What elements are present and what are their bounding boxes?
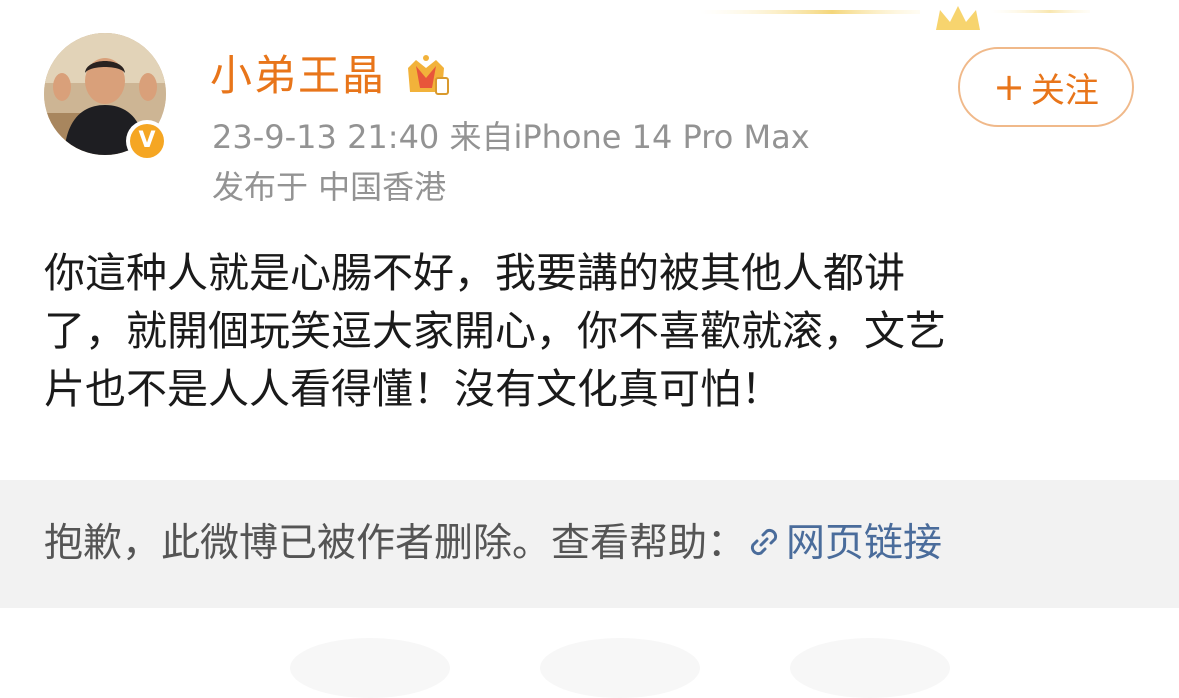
crown-vip-icon bbox=[402, 52, 450, 98]
header-decoration bbox=[640, 0, 1100, 40]
deleted-notice-text: 抱歉，此微博已被作者删除。查看帮助： bbox=[44, 521, 747, 566]
plus-icon: + bbox=[993, 65, 1025, 109]
author-name[interactable]: 小弟王晶 bbox=[210, 48, 386, 104]
post-footer-area bbox=[0, 608, 1179, 698]
post-content-line: 你這种人就是心腸不好，我要講的被其他人都讲 bbox=[44, 249, 905, 297]
follow-button[interactable]: + 关注 bbox=[958, 47, 1134, 127]
footer-shadow bbox=[540, 638, 700, 698]
post-content-line: 了，就開個玩笑逗大家開心，你不喜歡就滚，文艺 bbox=[44, 307, 946, 355]
verified-v-icon: V bbox=[130, 124, 164, 158]
follow-button-label: 关注 bbox=[1030, 70, 1099, 111]
link-icon bbox=[750, 528, 778, 556]
footer-shadow bbox=[290, 638, 450, 698]
post-time-source: 23-9-13 21:40 来自iPhone 14 Pro Max bbox=[212, 118, 810, 156]
web-link-label: 网页链接 bbox=[786, 521, 943, 566]
verified-badge: V bbox=[126, 120, 168, 162]
post-content-line: 片也不是人人看得懂！沒有文化真可怕！ bbox=[44, 365, 782, 413]
retweet-deleted-notice: 抱歉，此微博已被作者删除。查看帮助： 网页链接 bbox=[0, 480, 1179, 608]
web-link[interactable]: 网页链接 bbox=[746, 521, 942, 566]
deleted-notice-text-row: 抱歉，此微博已被作者删除。查看帮助： 网页链接 bbox=[44, 516, 942, 572]
post-location: 发布于 中国香港 bbox=[212, 168, 447, 206]
post-content: 你這种人就是心腸不好，我要講的被其他人都讲 了，就開個玩笑逗大家開心，你不喜歡就… bbox=[44, 244, 1144, 418]
footer-shadow bbox=[790, 638, 950, 698]
